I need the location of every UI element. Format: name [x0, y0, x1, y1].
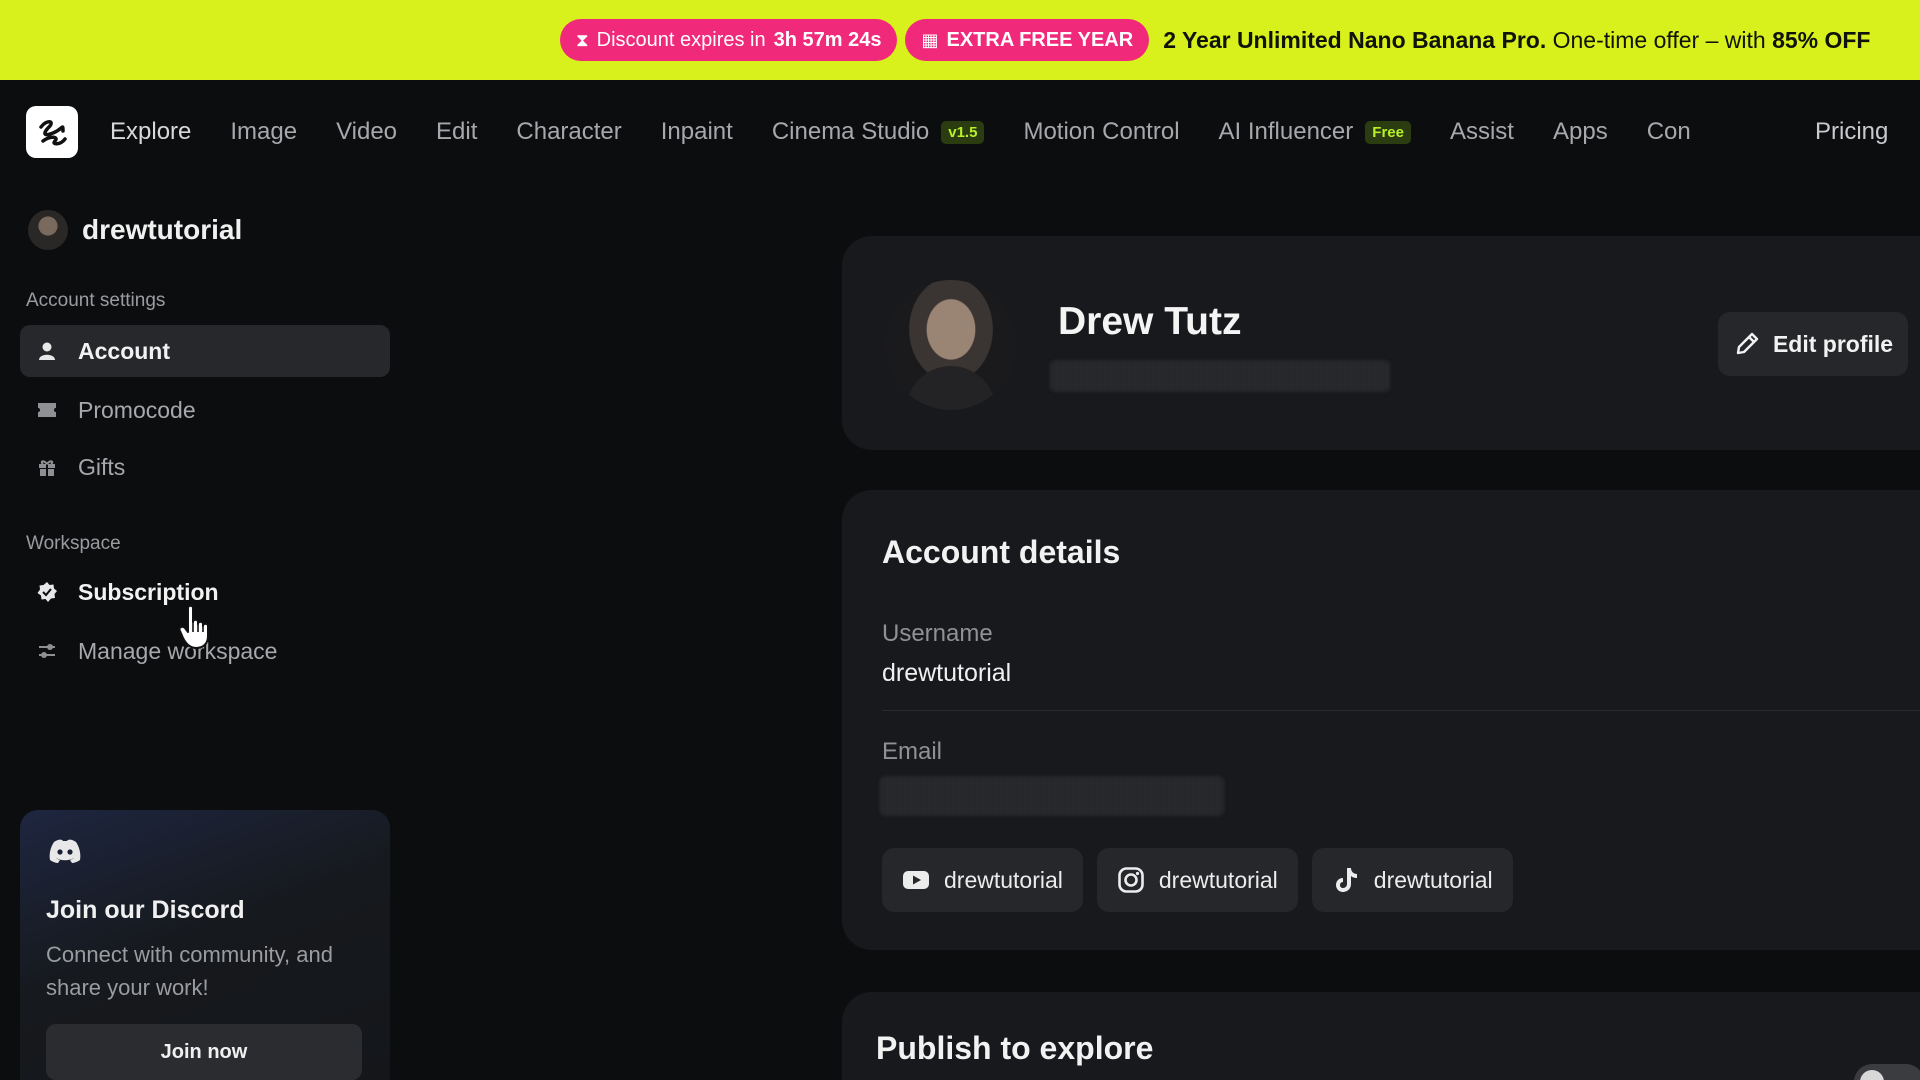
top-nav: Explore Image Video Edit Character Inpaint Cin… [0, 80, 1920, 184]
instagram-link[interactable]: drewtutorial [1096, 848, 1298, 912]
discord-card: Join our Discord Connect with community,… [20, 810, 390, 1080]
publish-card: Publish to explore [842, 992, 1920, 1080]
gift-icon [36, 456, 58, 478]
hand-cursor-icon [178, 604, 209, 649]
sidebar-item-label: Promocode [78, 396, 196, 423]
tiktok-handle: drewtutorial [1373, 866, 1493, 893]
tiktok-icon [1335, 868, 1357, 892]
timer-prefix: Discount expires in [596, 28, 766, 51]
workspace-label: Workspace [26, 533, 121, 554]
profile-name: Drew Tutz [1058, 300, 1242, 343]
sidebar-username: drewtutorial [82, 214, 243, 245]
edit-profile-label: Edit profile [1772, 330, 1894, 357]
email-label: Email [882, 738, 943, 765]
sidebar-item-label: Account [78, 337, 170, 364]
sliders-icon [36, 640, 58, 662]
offer-discount: 85% OFF [1772, 26, 1871, 53]
pencil-icon [1736, 332, 1759, 355]
edit-profile-button[interactable]: Edit profile [1718, 312, 1908, 376]
promo-banner: ⧗ Discount expires in 3h 57m 24s ▦ EXTRA… [0, 0, 1920, 80]
user-icon [36, 340, 58, 362]
nav-pricing[interactable]: Pricing [1811, 80, 1889, 184]
nav-item-label: Con [1646, 118, 1691, 145]
sidebar-item-label: Subscription [78, 578, 219, 605]
account-details-title: Account details [882, 534, 1121, 570]
nav-item-apps[interactable]: Apps [1553, 118, 1608, 146]
nav-item-label: Motion Control [1023, 118, 1180, 145]
instagram-handle: drewtutorial [1158, 866, 1278, 893]
youtube-link[interactable]: drewtutorial [882, 848, 1083, 912]
nav-item-cinema-studio[interactable]: Cinema Studio v1.5 [772, 118, 985, 146]
nav-item-image[interactable]: Image [230, 118, 297, 146]
divider [882, 710, 1920, 711]
extra-free-year-pill[interactable]: ▦ EXTRA FREE YEAR [905, 19, 1150, 61]
offer-title: 2 Year Unlimited Nano Banana Pro. [1163, 26, 1547, 53]
avatar [28, 210, 68, 250]
profile-avatar[interactable] [886, 280, 1016, 410]
youtube-icon [903, 871, 929, 889]
nav-item-motion-control[interactable]: Motion Control [1023, 118, 1179, 146]
username-value: drewtutorial [882, 659, 1012, 687]
nav-item-explore[interactable]: Explore [110, 118, 191, 146]
sidebar-user[interactable]: drewtutorial [28, 210, 242, 250]
tiktok-link[interactable]: drewtutorial [1311, 848, 1513, 912]
nav-badge: Free [1365, 120, 1411, 144]
sidebar-item-gifts[interactable]: Gifts [20, 441, 390, 493]
offer-text: One-time offer – with [1546, 26, 1773, 53]
nav-item-assist[interactable]: Assist [1450, 118, 1514, 146]
hourglass-icon: ⧗ [576, 29, 589, 50]
nav-item-label: Inpaint [660, 118, 733, 145]
nav-item-inpaint[interactable]: Inpaint [661, 118, 733, 146]
social-links: drewtutorial drewtutorial drewtutorial [882, 848, 1513, 912]
nav-item-label: Edit [436, 118, 478, 145]
nav-item-label: Image [230, 118, 298, 145]
discord-title: Join our Discord [46, 896, 245, 924]
nav-item-label: Video [336, 118, 398, 145]
discord-description: Connect with community, and share your w… [46, 942, 333, 1000]
nav-badge: v1.5 [941, 120, 985, 144]
account-details-card: Account details Username drewtutorial Em… [842, 490, 1920, 950]
nav-item-video[interactable]: Video [336, 118, 397, 146]
redacted-handle [1050, 360, 1390, 392]
nav-item-label: AI Influencer [1218, 118, 1354, 145]
nav-item-label: Assist [1449, 118, 1514, 145]
redacted-email [880, 776, 1224, 816]
publish-toggle[interactable] [1854, 1064, 1920, 1080]
nav-item-con[interactable]: Con [1647, 118, 1691, 146]
timer-value: 3h 57m 24s [773, 28, 882, 51]
nav-item-label: Cinema Studio [771, 118, 930, 145]
sidebar-item-promocode[interactable]: Promocode [20, 384, 390, 436]
youtube-handle: drewtutorial [944, 866, 1063, 893]
username-label: Username [882, 620, 993, 647]
account-settings-label: Account settings [26, 290, 166, 311]
nav-items: Explore Image Video Edit Character Inpaint Cin… [110, 80, 1730, 184]
publish-title: Publish to explore [876, 1030, 1154, 1066]
app-logo[interactable] [26, 106, 78, 158]
nav-item-character[interactable]: Character [516, 118, 621, 146]
profile-card: Drew Tutz Edit profile [842, 236, 1920, 450]
nav-item-ai-influencer[interactable]: AI Influencer Free [1219, 118, 1411, 146]
sidebar-item-account[interactable]: Account [20, 325, 390, 377]
nav-item-edit[interactable]: Edit [436, 118, 477, 146]
logo-icon [39, 120, 67, 146]
badge-icon [36, 581, 58, 603]
nav-item-label: Explore [110, 118, 192, 145]
discount-timer-pill[interactable]: ⧗ Discount expires in 3h 57m 24s [560, 19, 898, 61]
extra-free-year-label: EXTRA FREE YEAR [946, 28, 1134, 51]
nav-item-label: Character [516, 118, 622, 145]
sidebar-item-label: Gifts [78, 453, 126, 480]
ticket-icon [36, 399, 58, 421]
discord-icon [48, 838, 82, 872]
promo-offer-text[interactable]: 2 Year Unlimited Nano Banana Pro. One-ti… [1163, 27, 1870, 54]
nav-item-label: Apps [1552, 118, 1608, 145]
instagram-icon [1118, 867, 1144, 893]
gift-icon: ▦ [921, 29, 939, 50]
join-discord-button[interactable]: Join now [46, 1024, 362, 1080]
